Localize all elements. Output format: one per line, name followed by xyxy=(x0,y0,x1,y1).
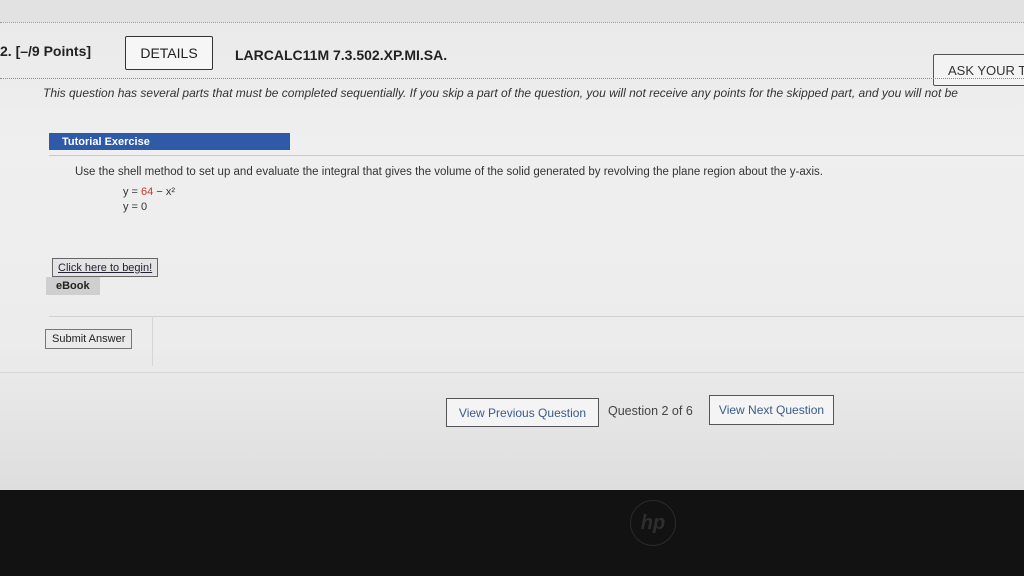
top-fade xyxy=(0,0,1024,22)
question-counter: Question 2 of 6 xyxy=(608,404,693,418)
previous-question-button[interactable]: View Previous Question xyxy=(446,398,599,427)
details-button[interactable]: DETAILS xyxy=(125,36,213,70)
divider xyxy=(49,316,1024,317)
problem-prompt: Use the shell method to set up and evalu… xyxy=(75,166,823,178)
begin-tutorial-button[interactable]: Click here to begin! xyxy=(52,258,159,277)
question-points: 2. [–/9 Points] xyxy=(0,43,92,59)
submit-answer-button[interactable]: Submit Answer xyxy=(45,329,133,349)
equation-1-rest: − x² xyxy=(153,186,175,198)
browser-page: 2. [–/9 Points] DETAILS LARCALC11M 7.3.5… xyxy=(0,0,1024,490)
equation-2: y = 0 xyxy=(123,201,148,213)
divider xyxy=(0,22,1024,23)
divider xyxy=(0,372,1024,373)
ask-your-teacher-button[interactable]: ASK YOUR TE xyxy=(933,54,1024,86)
ebook-button[interactable]: eBook xyxy=(46,277,100,295)
laptop-bezel xyxy=(0,490,1024,576)
sequential-notice: This question has several parts that mus… xyxy=(43,86,958,100)
hp-logo-icon: hp xyxy=(630,500,676,546)
equation-1: y = 64 − x² xyxy=(123,186,175,198)
equation-1-constant: 64 xyxy=(141,186,154,198)
next-question-button[interactable]: View Next Question xyxy=(709,395,834,425)
tutorial-heading: Tutorial Exercise xyxy=(49,133,290,150)
divider xyxy=(0,78,1024,79)
equation-1-lhs: y = xyxy=(123,186,142,198)
divider xyxy=(49,155,1024,156)
question-code: LARCALC11M 7.3.502.XP.MI.SA. xyxy=(235,47,448,63)
divider xyxy=(152,316,153,366)
